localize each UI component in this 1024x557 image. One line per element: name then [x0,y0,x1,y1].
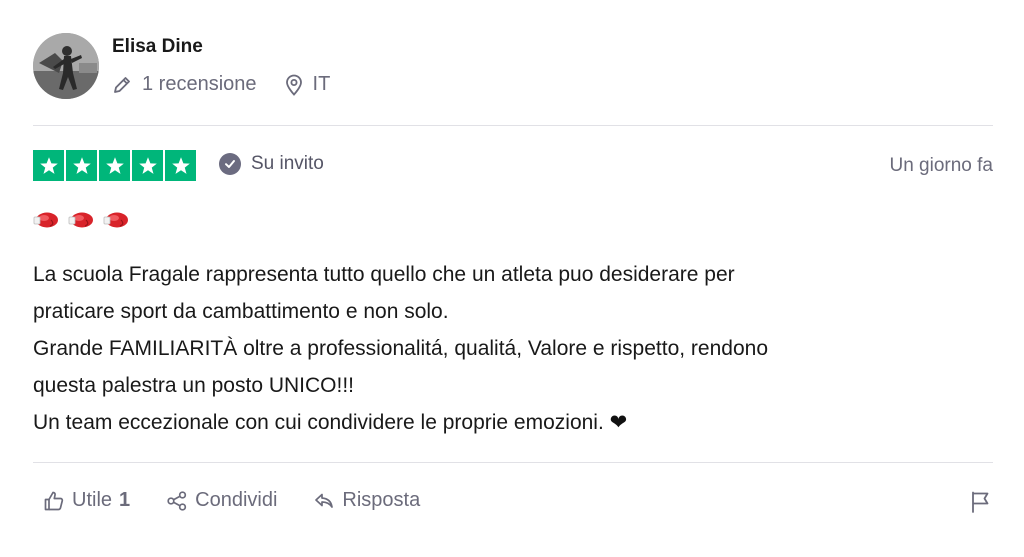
useful-count: 1 [119,489,131,511]
share-button[interactable]: Condividi [166,489,277,512]
review-line: Un team eccezionale con cui condividere … [33,411,604,434]
avatar-photo [33,33,99,99]
useful-button[interactable]: Utile 1 [43,489,130,512]
review-date: Un giorno fa [889,155,993,176]
boxing-glove-icon [33,212,58,228]
review-line-last: Un team eccezionale con cui condividere … [33,404,993,441]
share-icon [167,490,187,511]
star-3 [99,150,130,181]
star-icon [72,156,91,174]
location-pin-icon [285,74,302,96]
flag-icon[interactable] [969,490,991,514]
review-body: La scuola Fragale rappresenta tutto quel… [33,256,993,441]
reviewer-country: IT [285,73,331,96]
footer-divider [33,462,993,463]
star-rating [33,150,198,181]
review-line: praticare sport da cambattimento e non s… [33,300,449,323]
country-label: IT [312,73,331,95]
share-label: Condividi [195,489,278,511]
header-divider [33,125,993,126]
boxing-glove-icon [68,212,93,228]
review-card: Elisa Dine 1 recensione IT Su invito Un … [0,0,1024,557]
star-icon [105,156,124,174]
star-1 [33,150,64,181]
pencil-icon [114,76,130,93]
reply-icon [315,493,334,508]
boxing-glove-icon [103,212,128,228]
reply-label: Risposta [342,489,421,511]
emoji-row [33,210,138,230]
heart-emoji: ❤ [609,411,628,434]
star-icon [138,156,157,174]
invited-badge[interactable]: Su invito [219,153,324,175]
reply-button[interactable]: Risposta [313,489,420,512]
star-4 [132,150,163,181]
useful-label: Utile [72,489,113,511]
thumbs-up-icon [44,491,64,510]
avatar[interactable] [33,33,99,99]
review-count: 1 recensione [112,73,257,96]
review-line: La scuola Fragale rappresenta tutto quel… [33,263,735,286]
reviewer-name[interactable]: Elisa Dine [112,36,203,58]
star-5 [165,150,196,181]
review-count-label: 1 recensione [142,73,257,95]
review-actions: Utile 1 Condividi Risposta [43,489,456,512]
star-icon [39,156,58,174]
reviewer-meta: 1 recensione IT [112,73,358,96]
invited-label: Su invito [251,153,324,174]
verified-check-icon [219,153,241,175]
review-line: questa palestra un posto UNICO!!! [33,374,354,397]
star-2 [66,150,97,181]
review-line: Grande FAMILIARITÀ oltre a professionali… [33,337,768,360]
star-icon [171,156,190,174]
